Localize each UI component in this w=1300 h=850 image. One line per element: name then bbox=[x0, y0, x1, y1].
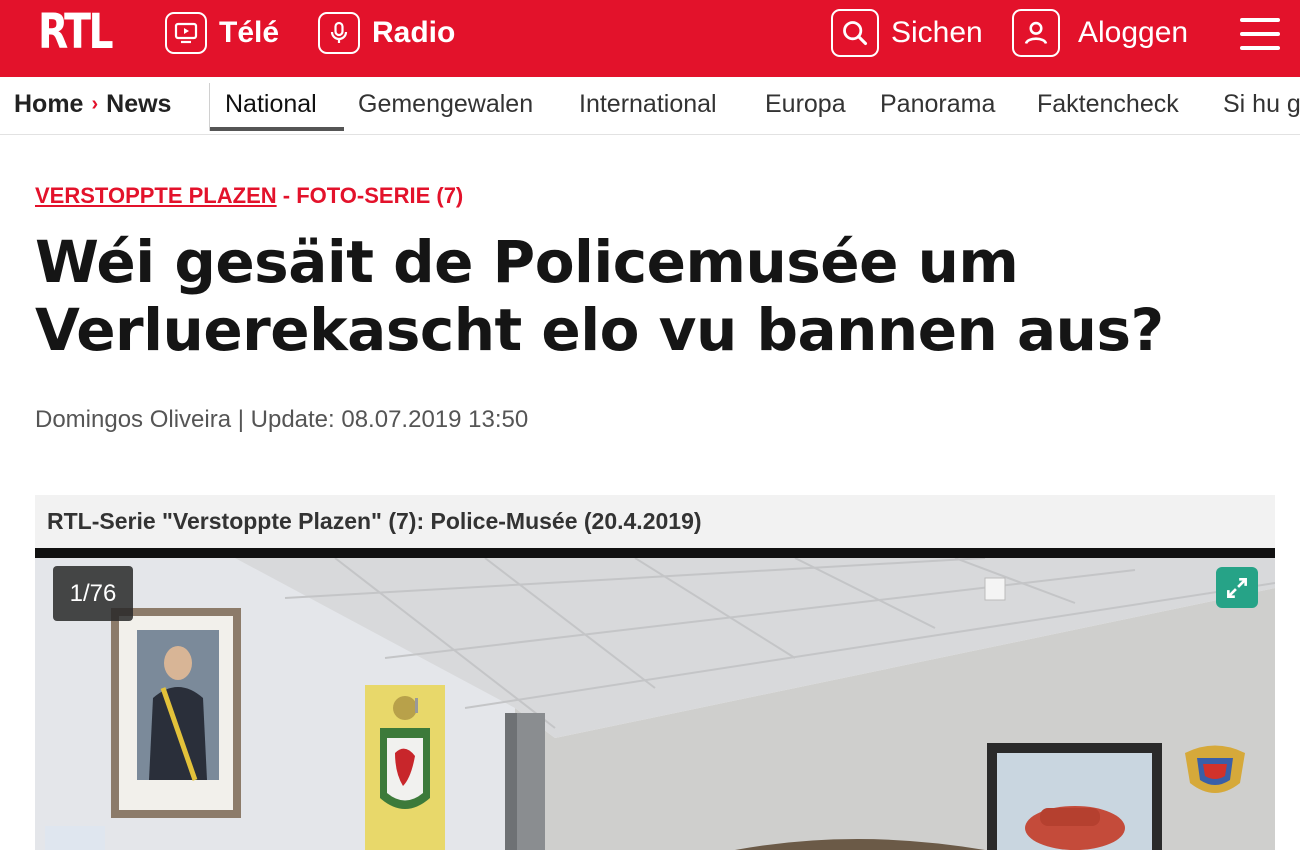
headline-line-2: Verluerekascht elo vu bannen aus? bbox=[35, 296, 1164, 364]
tab-faktencheck[interactable]: Faktencheck bbox=[1037, 90, 1179, 119]
kicker-link[interactable]: VERSTOPPTE PLAZEN bbox=[35, 183, 277, 208]
gallery-photo[interactable] bbox=[35, 558, 1275, 850]
search-label: Sichen bbox=[891, 16, 983, 49]
rtl-logo[interactable]: RTL bbox=[38, 8, 114, 56]
article-kicker: VERSTOPPTE PLAZEN - FOTO-SERIE (7) bbox=[35, 183, 463, 209]
breadcrumb-news[interactable]: News bbox=[106, 90, 171, 118]
gallery-caption: RTL-Serie "Verstoppte Plazen" (7): Polic… bbox=[35, 495, 1275, 548]
active-tab-indicator bbox=[210, 127, 344, 131]
tab-national[interactable]: National bbox=[225, 90, 317, 119]
search-icon bbox=[831, 9, 879, 57]
article-byline: Domingos Oliveira | Update: 08.07.2019 1… bbox=[35, 406, 529, 433]
headline-line-1: Wéi gesäit de Policemusée um bbox=[35, 228, 1019, 296]
tab-panorama[interactable]: Panorama bbox=[880, 90, 995, 119]
search-button[interactable]: Sichen bbox=[831, 8, 983, 58]
login-label: Aloggen bbox=[1078, 16, 1189, 49]
museum-photo bbox=[35, 558, 1275, 850]
divider bbox=[209, 83, 210, 131]
expand-icon bbox=[1224, 575, 1250, 601]
microphone-icon bbox=[318, 12, 360, 54]
tab-gemengewalen[interactable]: Gemengewalen bbox=[358, 90, 533, 119]
chevron-right-icon: › bbox=[91, 93, 99, 115]
article-headline: Wéi gesäit de Policemusée um Verluerekas… bbox=[35, 228, 1265, 364]
breadcrumb: Home › News bbox=[14, 90, 171, 119]
user-icon bbox=[1012, 9, 1060, 57]
gallery-counter: 1/76 bbox=[53, 566, 133, 621]
tab-europa[interactable]: Europa bbox=[765, 90, 846, 119]
radio-button[interactable]: Radio bbox=[318, 8, 455, 58]
tab-international[interactable]: International bbox=[579, 90, 717, 119]
login-button[interactable]: Aloggen bbox=[1012, 8, 1188, 58]
tele-button[interactable]: Télé bbox=[165, 8, 279, 58]
top-header: RTL Télé Radio Sichen Aloggen bbox=[0, 0, 1300, 77]
breadcrumb-home[interactable]: Home bbox=[14, 90, 83, 118]
expand-button[interactable] bbox=[1216, 567, 1258, 608]
tv-icon bbox=[165, 12, 207, 54]
radio-label: Radio bbox=[372, 16, 456, 49]
section-nav: Home › News National Gemengewalen Internat… bbox=[0, 77, 1300, 135]
tab-si-hu-g[interactable]: Si hu g bbox=[1223, 90, 1300, 119]
gallery-top-bar bbox=[35, 548, 1275, 558]
kicker-suffix: - FOTO-SERIE (7) bbox=[282, 183, 464, 208]
tele-label: Télé bbox=[219, 16, 280, 49]
menu-icon[interactable] bbox=[1240, 18, 1280, 52]
